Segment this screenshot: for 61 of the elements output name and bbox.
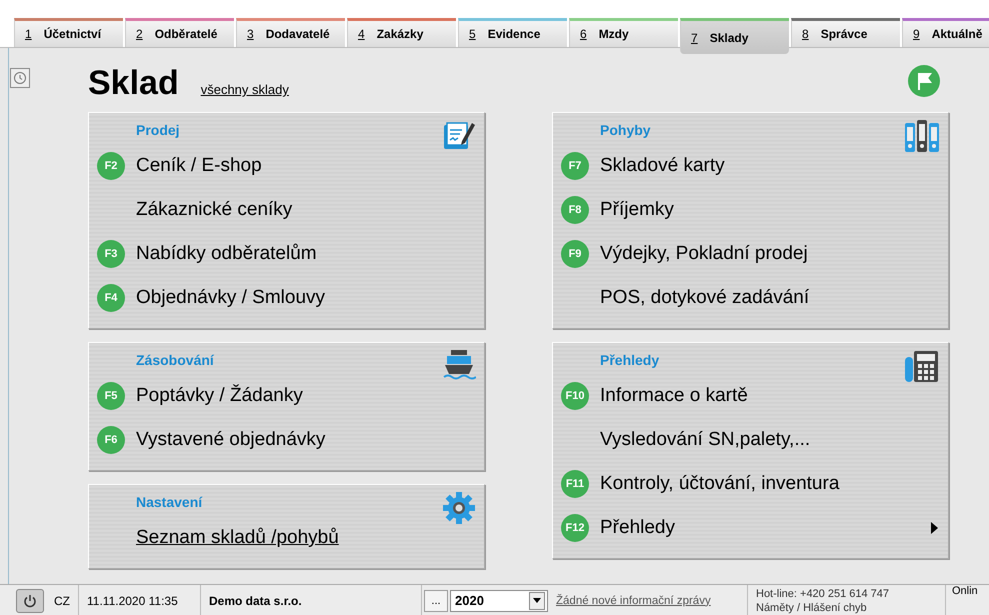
submenu-arrow-icon <box>930 522 938 534</box>
module-tab[interactable]: 6 Mzdy <box>569 18 678 47</box>
module-tab[interactable]: 4 Zakázky <box>347 18 456 47</box>
shortcut-badge: F2 <box>97 152 125 180</box>
shortcut-badge: F5 <box>97 382 125 410</box>
all-warehouses-link[interactable]: všechny sklady <box>200 82 289 97</box>
menu-item[interactable]: F3 Nabídky odběratelům <box>89 232 484 276</box>
settings-icon <box>442 491 476 525</box>
module-tab[interactable]: 8 Správce <box>791 18 900 47</box>
module-tab[interactable]: 9 Aktuálně <box>902 18 989 47</box>
shortcut-badge: F10 <box>561 382 589 410</box>
hotline-text: Hot-line: +420 251 614 747 <box>756 586 890 600</box>
shortcut-badge: F3 <box>97 240 125 268</box>
menu-item[interactable]: F5 Poptávky / Žádanky <box>89 374 484 418</box>
ship-icon <box>442 349 476 381</box>
shortcut-badge: F6 <box>97 426 125 454</box>
module-tab[interactable]: 5 Evidence <box>458 18 567 47</box>
menu-item[interactable]: F12 Přehledy <box>553 506 948 550</box>
shortcut-badge: F7 <box>561 152 589 180</box>
history-icon[interactable] <box>10 68 30 88</box>
online-label: Onlin <box>951 585 978 599</box>
shortcut-badge: F12 <box>561 514 589 542</box>
calculator-icon <box>904 349 940 383</box>
messages-link[interactable]: Žádné nové informační zprávy <box>548 585 748 615</box>
shortcut-badge: F11 <box>561 470 589 498</box>
panel-title: Prodej <box>136 122 180 140</box>
more-button[interactable]: ... <box>424 590 448 612</box>
module-tab[interactable]: 1 Účetnictví <box>14 18 123 47</box>
feedback-link[interactable]: Náměty / Hlášení chyb <box>756 600 867 614</box>
date-time: 11.11.2020 11:35 <box>79 585 201 615</box>
module-tab[interactable]: 2 Odběratelé <box>125 18 234 47</box>
flag-icon[interactable] <box>907 64 941 98</box>
module-tab[interactable]: 7 Sklady <box>680 18 789 54</box>
binders-icon <box>904 119 940 153</box>
shortcut-badge: F4 <box>97 284 125 312</box>
menu-item[interactable]: F8 Příjemky <box>553 188 948 232</box>
power-button[interactable] <box>16 588 44 612</box>
menu-item[interactable]: Seznam skladů /pohybů <box>89 516 484 560</box>
menu-item[interactable]: F9 Výdejky, Pokladní prodej <box>553 232 948 276</box>
year-dropdown[interactable]: 2020 <box>450 590 548 612</box>
language-label: CZ <box>46 585 79 615</box>
menu-item[interactable]: F11 Kontroly, účtování, inventura <box>553 462 948 506</box>
company-name: Demo data s.r.o. <box>201 585 422 615</box>
menu-item[interactable]: F10 Informace o kartě <box>553 374 948 418</box>
menu-item[interactable]: F6 Vystavené objednávky <box>89 418 484 462</box>
menu-item[interactable]: Zákaznické ceníky <box>89 188 484 232</box>
menu-item[interactable]: Vysledování SN,palety,... <box>553 418 948 462</box>
menu-item[interactable]: F2 Ceník / E-shop <box>89 144 484 188</box>
page-title: Sklad <box>88 64 179 103</box>
caret-icon <box>533 598 541 603</box>
shortcut-badge: F8 <box>561 196 589 224</box>
panel-title: Zásobování <box>136 352 214 370</box>
power-icon <box>23 594 37 608</box>
shortcut-badge: F9 <box>561 240 589 268</box>
panel-title: Pohyby <box>600 122 651 140</box>
panel-title: Přehledy <box>600 352 660 370</box>
module-tab[interactable]: 3 Dodavatelé <box>236 18 345 47</box>
menu-item[interactable]: F4 Objednávky / Smlouvy <box>89 276 484 320</box>
menu-item[interactable]: F7 Skladové karty <box>553 144 948 188</box>
panel-title: Nastavení <box>136 494 202 512</box>
menu-item[interactable]: POS, dotykové zadávání <box>553 276 948 320</box>
